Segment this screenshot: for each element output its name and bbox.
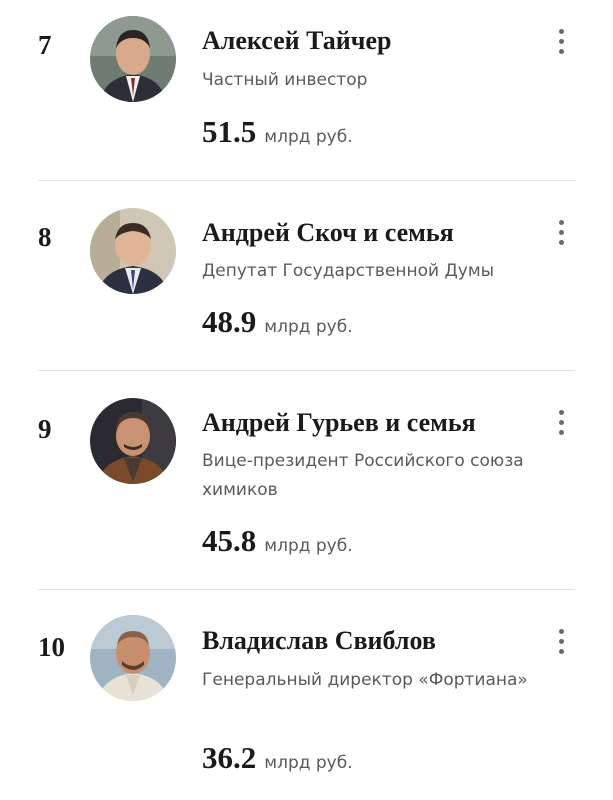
person-name[interactable]: Владислав Свиблов [202,626,436,656]
divider [38,589,575,590]
avatar [90,615,176,701]
avatar [90,208,176,294]
net-worth: 51.5 млрд руб. [202,114,353,150]
more-vertical-icon[interactable] [548,218,574,248]
net-worth-unit: млрд руб. [264,127,353,147]
more-vertical-icon[interactable] [548,27,574,57]
net-worth: 36.2 млрд руб. [202,740,353,776]
person-name[interactable]: Андрей Гурьев и семья [202,408,476,438]
net-worth-unit: млрд руб. [264,753,353,773]
person-role: Депутат Государственной Думы [202,261,495,281]
net-worth-value: 36.2 [202,740,257,775]
net-worth-value: 51.5 [202,114,257,149]
more-vertical-icon[interactable] [548,408,574,438]
rank-number: 8 [38,222,52,252]
net-worth-unit: млрд руб. [264,317,353,337]
divider [38,180,575,181]
net-worth-value: 45.8 [202,523,257,558]
rank-number: 7 [38,30,52,60]
avatar [90,16,176,102]
person-name[interactable]: Андрей Скоч и семья [202,218,454,248]
rank-number: 9 [38,414,52,444]
net-worth: 48.9 млрд руб. [202,304,353,340]
net-worth-value: 48.9 [202,304,257,339]
person-role: Частный инвестор [202,70,368,90]
rank-number: 10 [38,632,65,662]
person-role: Генеральный директор «Фортиана» [202,670,528,690]
more-vertical-icon[interactable] [548,627,574,657]
divider [38,370,575,371]
net-worth: 45.8 млрд руб. [202,523,353,559]
person-role: Вице-президент Российского союза химиков [202,451,524,500]
person-name[interactable]: Алексей Тайчер [202,26,391,56]
net-worth-unit: млрд руб. [264,536,353,556]
avatar [90,398,176,484]
